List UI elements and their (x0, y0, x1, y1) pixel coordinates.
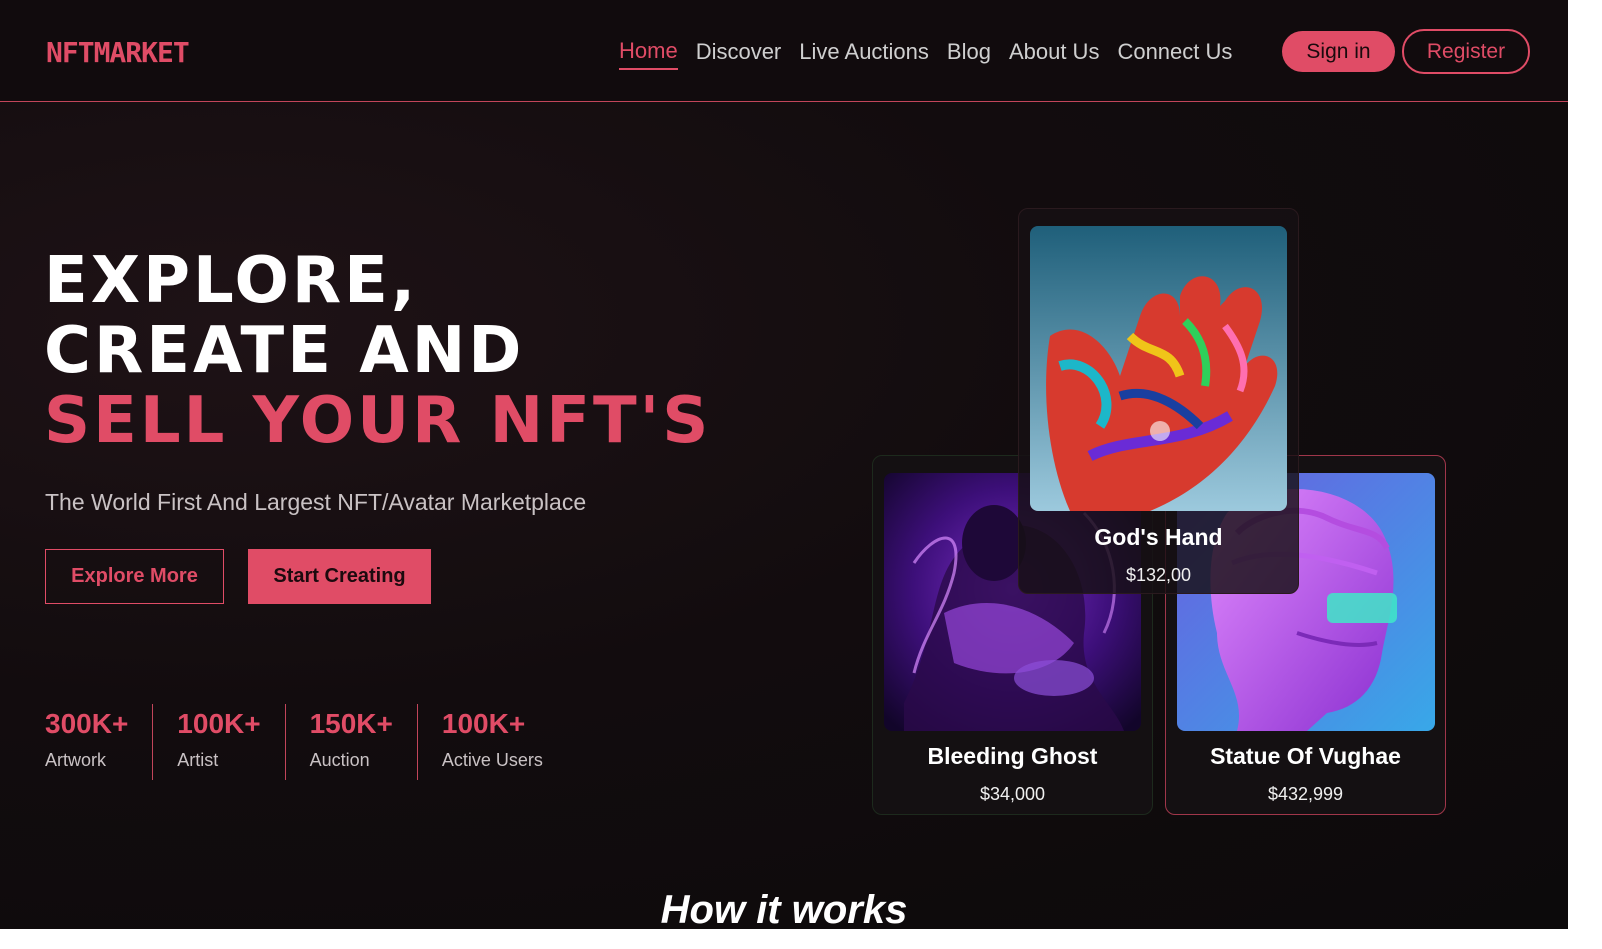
hero-title: EXPLORE, CREATE AND SELL YOUR NFT'S (44, 246, 711, 456)
stat-auction: 150K+ Auction (284, 704, 417, 780)
nav-live-auctions[interactable]: Live Auctions (799, 39, 929, 69)
nft-card-title: Bleeding Ghost (927, 743, 1098, 769)
hero-title-line-2: CREATE AND (44, 314, 525, 388)
brand-logo[interactable]: NFTMARKET (46, 36, 190, 69)
hero-title-line-1: EXPLORE, (44, 244, 419, 318)
stat-active-users: 100K+ Active Users (416, 704, 567, 780)
nav-blog[interactable]: Blog (947, 39, 991, 69)
nft-card-title: Statue Of Vughae (1210, 743, 1401, 769)
nav-home[interactable]: Home (619, 38, 678, 70)
stats-row: 300K+ Artwork 100K+ Artist 150K+ Auction… (45, 704, 567, 780)
hero-title-line-3: SELL YOUR NFT'S (44, 384, 712, 458)
nav-connect-us[interactable]: Connect Us (1117, 39, 1232, 69)
how-it-works-heading: How it works (660, 888, 908, 929)
register-button[interactable]: Register (1402, 29, 1530, 74)
stat-label: Artist (177, 750, 219, 770)
page-edge-bottom (0, 929, 1602, 949)
nft-card-price: $132,00 (1125, 565, 1192, 585)
page-frame: NFTMARKET Home Discover Live Auctions Bl… (0, 0, 1568, 929)
nft-card-title: God's Hand (1094, 524, 1223, 550)
stat-label: Active Users (441, 750, 543, 770)
explore-more-button[interactable]: Explore More (45, 549, 224, 604)
main-nav: Home Discover Live Auctions Blog About U… (619, 38, 1250, 70)
gods-hand-image (1030, 226, 1287, 511)
start-creating-button[interactable]: Start Creating (248, 549, 431, 604)
nft-card-gods-hand[interactable]: God's Hand $132,00 (1018, 208, 1299, 594)
site-header: NFTMARKET Home Discover Live Auctions Bl… (0, 0, 1568, 102)
signin-button[interactable]: Sign in (1282, 31, 1395, 72)
stat-value: 100K+ (177, 708, 261, 739)
nft-card-price: $432,999 (1267, 784, 1344, 804)
hero-subtitle: The World First And Largest NFT/Avatar M… (45, 489, 587, 515)
stat-artist: 100K+ Artist (152, 704, 284, 780)
stat-value: 150K+ (309, 708, 393, 739)
nft-card-price: $34,000 (979, 784, 1046, 804)
stat-label: Artwork (45, 750, 107, 770)
stat-artwork: 300K+ Artwork (45, 704, 152, 780)
stat-label: Auction (309, 750, 370, 770)
nav-about-us[interactable]: About Us (1009, 39, 1100, 69)
stat-value: 100K+ (441, 708, 526, 739)
stat-value: 300K+ (45, 708, 129, 739)
page-edge-right (1568, 0, 1602, 949)
nav-discover[interactable]: Discover (696, 39, 782, 69)
